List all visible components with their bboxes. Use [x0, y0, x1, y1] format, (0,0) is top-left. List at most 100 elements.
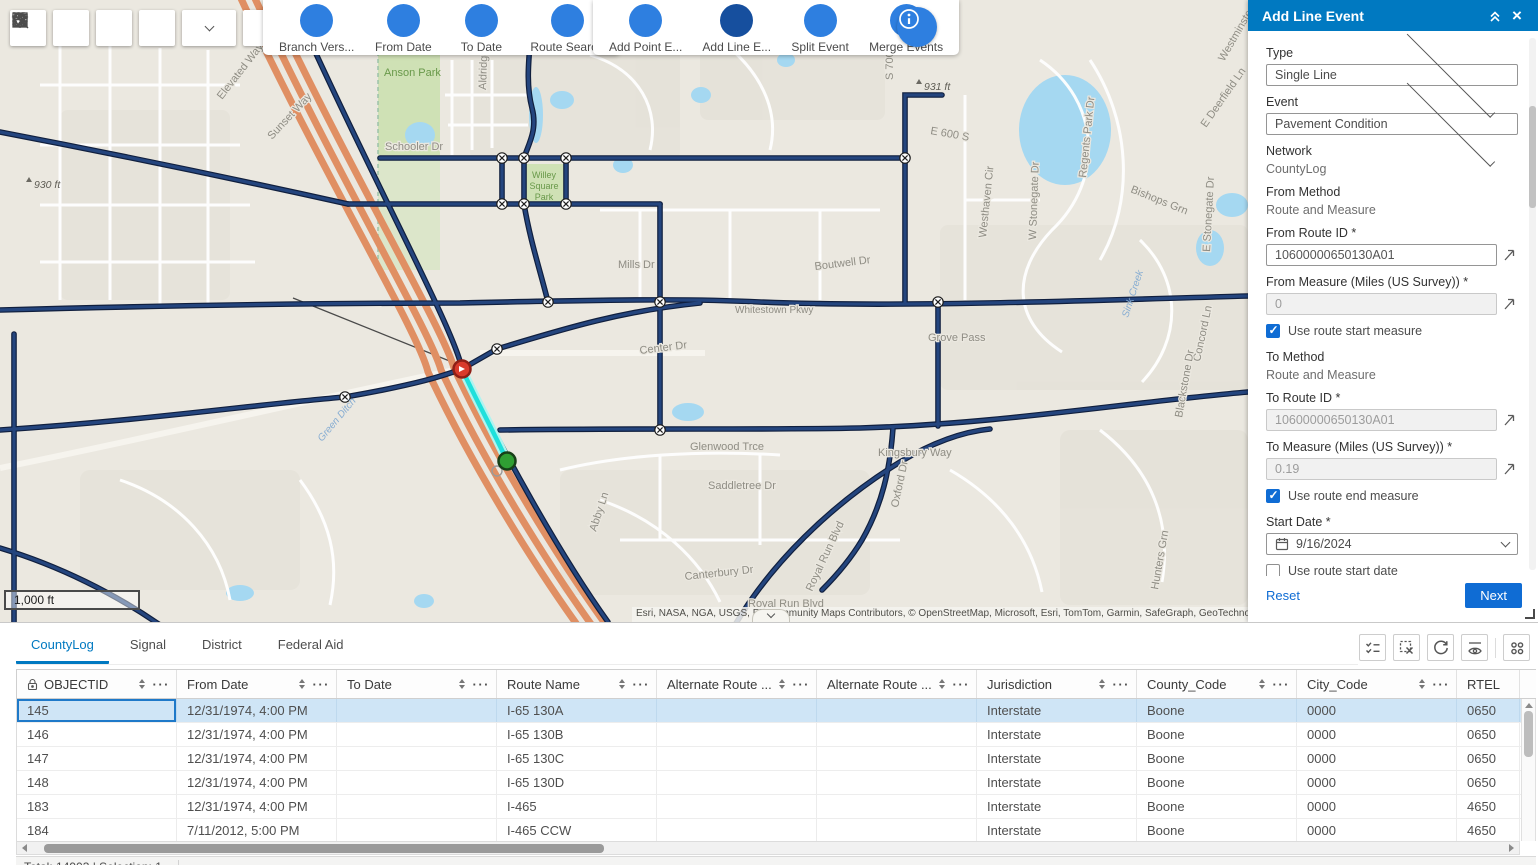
table-cell[interactable]	[657, 723, 817, 746]
pick-route-on-map-icon[interactable]	[1502, 411, 1518, 429]
table-cell[interactable]	[817, 723, 977, 746]
table-cell[interactable]: 4650	[1457, 795, 1520, 818]
from-marker[interactable]	[454, 361, 471, 378]
type-select[interactable]: Single Line	[1266, 64, 1518, 86]
table-cell[interactable]: 12/31/1974, 4:00 PM	[177, 771, 337, 794]
table-horizontal-scrollbar[interactable]	[16, 841, 1520, 855]
table-cell[interactable]	[657, 819, 817, 841]
table-row[interactable]: 14612/31/1974, 4:00 PMI-65 130BInterstat…	[17, 723, 1536, 747]
table-row[interactable]: 18312/31/1974, 4:00 PMI-465InterstateBoo…	[17, 795, 1536, 819]
measure-button[interactable]	[139, 10, 175, 46]
attribution-collapse-tab[interactable]	[752, 609, 790, 622]
table-cell[interactable]: 7/11/2012, 5:00 PM	[177, 819, 337, 841]
column-header-county-code[interactable]: County_Code···	[1137, 670, 1297, 698]
column-menu-icon[interactable]: ···	[313, 677, 331, 692]
table-cell[interactable]: 145	[17, 699, 177, 722]
table-cell[interactable]: Boone	[1137, 819, 1297, 841]
column-header-alternate-route[interactable]: Alternate Route ...···	[657, 670, 817, 698]
use-route-end-measure-row[interactable]: Use route end measure	[1266, 489, 1518, 503]
table-row[interactable]: 14812/31/1974, 4:00 PM I-65 130D Interstat…	[17, 771, 1536, 795]
table-cell[interactable]: 0650	[1457, 723, 1520, 746]
table-cell[interactable]: 0650	[1457, 699, 1520, 722]
table-cell[interactable]: Boone	[1137, 795, 1297, 818]
table-cell[interactable]	[657, 795, 817, 818]
table-cell[interactable]	[817, 771, 977, 794]
table-cell[interactable]: 0000	[1297, 723, 1457, 746]
use-route-end-measure-checkbox[interactable]	[1266, 489, 1280, 503]
pick-measure-on-map-icon[interactable]	[1502, 295, 1518, 313]
table-cell[interactable]: I-465	[497, 795, 657, 818]
reset-link[interactable]: Reset	[1266, 588, 1465, 603]
add-point-event-button[interactable]: Add Point E...	[609, 4, 682, 54]
table-cell[interactable]: 183	[17, 795, 177, 818]
table-cell[interactable]	[337, 747, 497, 770]
show-selection-button[interactable]	[1359, 634, 1386, 661]
to-date-button[interactable]: To Date	[452, 4, 510, 54]
layers-button[interactable]	[53, 10, 89, 46]
column-header-objectid[interactable]: OBJECTID···	[17, 670, 177, 698]
table-cell[interactable]: I-65 130C	[497, 747, 657, 770]
table-cell[interactable]: 148	[17, 771, 177, 794]
table-options-button[interactable]	[1503, 634, 1530, 661]
column-header-city-code[interactable]: City_Code···	[1297, 670, 1457, 698]
tab-federal-aid[interactable]: Federal Aid	[263, 629, 359, 664]
table-cell[interactable]: Interstate	[977, 771, 1137, 794]
table-cell[interactable]: I-65 130D	[497, 771, 657, 794]
tab-district[interactable]: District	[187, 629, 257, 664]
from-date-button[interactable]: From Date	[374, 4, 432, 54]
column-menu-icon[interactable]: ···	[1273, 677, 1291, 692]
table-cell[interactable]	[817, 699, 977, 722]
pick-route-on-map-icon[interactable]	[1502, 246, 1518, 264]
table-cell[interactable]: 146	[17, 723, 177, 746]
table-cell[interactable]: 0650	[1457, 747, 1520, 770]
close-panel-button[interactable]: ×	[1506, 5, 1528, 27]
table-cell[interactable]: 0000	[1297, 699, 1457, 722]
from-route-id-input[interactable]	[1266, 244, 1497, 266]
sort-icon[interactable]	[939, 679, 945, 689]
collapse-panel-button[interactable]	[1484, 5, 1506, 27]
sort-icon[interactable]	[1419, 679, 1425, 689]
table-cell[interactable]: Interstate	[977, 723, 1137, 746]
table-cell[interactable]: 184	[17, 819, 177, 841]
table-cell[interactable]	[817, 819, 977, 841]
table-cell[interactable]	[337, 795, 497, 818]
column-header-alternate-route[interactable]: Alternate Route ...···	[817, 670, 977, 698]
table-cell[interactable]: 12/31/1974, 4:00 PM	[177, 723, 337, 746]
table-cell[interactable]: 0000	[1297, 747, 1457, 770]
table-cell[interactable]	[337, 819, 497, 841]
use-route-start-date-checkbox[interactable]	[1266, 564, 1280, 576]
table-cell[interactable]: 0000	[1297, 771, 1457, 794]
column-menu-icon[interactable]: ···	[1113, 677, 1131, 692]
event-select[interactable]: Pavement Condition	[1266, 113, 1518, 135]
table-cell[interactable]: 4650	[1457, 819, 1520, 841]
sort-icon[interactable]	[779, 679, 785, 689]
table-cell[interactable]: 12/31/1974, 4:00 PM	[177, 795, 337, 818]
table-cell[interactable]: Boone	[1137, 747, 1297, 770]
table-cell[interactable]	[337, 699, 497, 722]
to-marker[interactable]	[499, 453, 516, 470]
next-button[interactable]: Next	[1465, 583, 1522, 608]
table-cell[interactable]	[337, 723, 497, 746]
use-route-start-date-row[interactable]: Use route start date	[1266, 564, 1518, 576]
column-menu-icon[interactable]: ···	[153, 677, 171, 692]
table-row[interactable]: 1847/11/2012, 5:00 PMI-465 CCWInterstate…	[17, 819, 1536, 841]
add-line-event-button[interactable]: Add Line E...	[702, 4, 771, 54]
table-cell[interactable]: 12/31/1974, 4:00 PM	[177, 699, 337, 722]
sort-icon[interactable]	[299, 679, 305, 689]
sort-icon[interactable]	[619, 679, 625, 689]
table-cell[interactable]: 0000	[1297, 795, 1457, 818]
table-cell[interactable]: 147	[17, 747, 177, 770]
column-menu-icon[interactable]: ···	[633, 677, 651, 692]
column-header-rtel[interactable]: RTEL	[1457, 670, 1520, 698]
use-route-start-measure-checkbox[interactable]	[1266, 324, 1280, 338]
column-menu-icon[interactable]: ···	[1433, 677, 1451, 692]
table-cell[interactable]: Boone	[1137, 723, 1297, 746]
column-menu-icon[interactable]: ···	[473, 677, 491, 692]
sort-icon[interactable]	[459, 679, 465, 689]
sort-icon[interactable]	[1099, 679, 1105, 689]
toggle-columns-button[interactable]	[1461, 634, 1488, 661]
select-tool-button[interactable]	[182, 10, 236, 46]
refresh-button[interactable]	[1427, 634, 1454, 661]
use-route-start-measure-row[interactable]: Use route start measure	[1266, 324, 1518, 338]
panel-scrollbar[interactable]	[1529, 38, 1536, 570]
